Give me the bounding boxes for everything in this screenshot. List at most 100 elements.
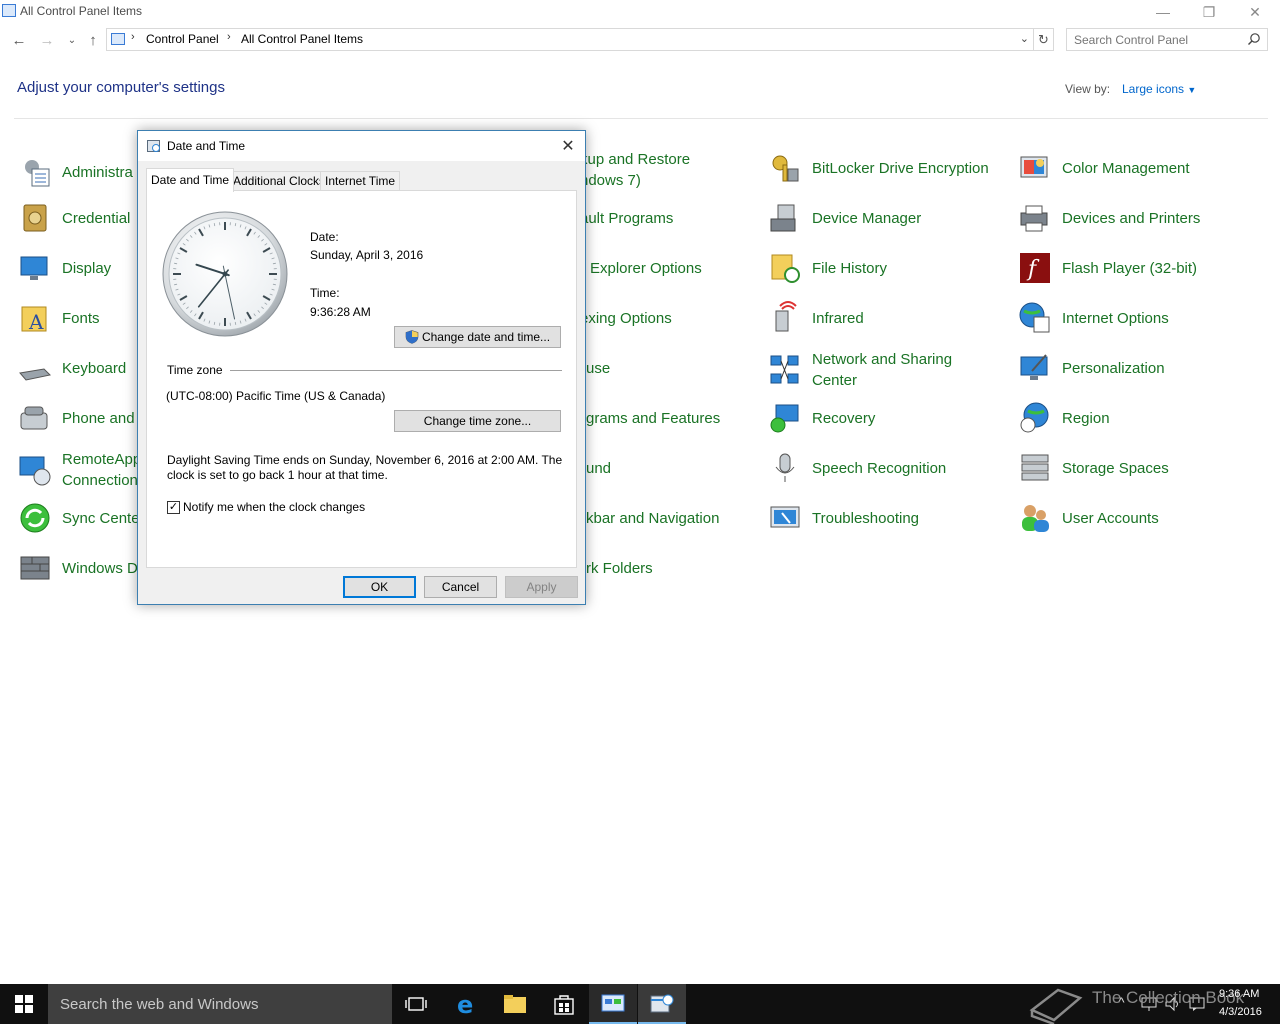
date-time-taskbar-button[interactable] [638, 984, 686, 1024]
printer-icon [1018, 201, 1052, 235]
item-device-manager[interactable]: Device Manager [768, 198, 921, 238]
ok-button[interactable]: OK [343, 576, 416, 598]
file-history-icon [768, 251, 802, 285]
item-administrative-tools[interactable]: Administra [18, 152, 133, 192]
search-icon[interactable] [1247, 32, 1261, 46]
item-user-accounts[interactable]: User Accounts [1018, 498, 1159, 538]
close-button[interactable]: ✕ [1232, 0, 1278, 24]
tab-internet-time[interactable]: Internet Time [320, 171, 401, 191]
item-backup-and-restore[interactable]: kup and Restore ndows 7) [580, 148, 690, 192]
edge-browser-button[interactable]: e [443, 984, 491, 1024]
time-value: 9:36:28 AM [310, 305, 371, 319]
dialog-close-button[interactable]: ✕ [557, 135, 579, 157]
cancel-button[interactable]: Cancel [424, 576, 497, 598]
region-icon [1018, 401, 1052, 435]
back-arrow-icon[interactable]: ← [9, 30, 29, 50]
divider [14, 118, 1268, 119]
item-region[interactable]: Region [1018, 398, 1110, 438]
store-bag-icon [554, 995, 574, 1015]
item-troubleshooting[interactable]: Troubleshooting [768, 498, 919, 538]
item-windows-defender-firewall[interactable]: Windows D [18, 548, 138, 588]
item-sync-center[interactable]: Sync Cente [18, 498, 140, 538]
item-mouse[interactable]: use [586, 348, 610, 388]
timezone-divider [230, 370, 562, 371]
item-phone-and-modem[interactable]: Phone and [18, 398, 135, 438]
apply-button[interactable]: Apply [505, 576, 578, 598]
item-work-folders[interactable]: rk Folders [586, 548, 653, 588]
view-by-dropdown[interactable]: Large icons ▼ [1122, 82, 1196, 96]
item-infrared[interactable]: Infrared [768, 298, 864, 338]
item-indexing-options[interactable]: exing Options [580, 298, 672, 338]
flash-player-icon: f [1018, 251, 1052, 285]
item-bitlocker[interactable]: BitLocker Drive Encryption [768, 148, 989, 188]
control-panel-icon [111, 33, 125, 45]
breadcrumb-all-items[interactable]: All Control Panel Items [241, 32, 363, 46]
search-input[interactable] [1067, 29, 1245, 50]
item-default-programs[interactable]: ault Programs [580, 198, 673, 238]
item-fonts[interactable]: A Fonts [18, 298, 100, 338]
caret-down-icon: ▼ [1187, 85, 1197, 95]
control-panel-icon [601, 994, 625, 1012]
search-box[interactable] [1066, 28, 1268, 51]
admin-tools-icon [18, 155, 52, 189]
item-taskbar-and-navigation[interactable]: kbar and Navigation [586, 498, 719, 538]
up-arrow-icon[interactable]: ↑ [83, 30, 103, 50]
chevron-right-icon: › [131, 31, 135, 43]
forward-arrow-icon[interactable]: → [37, 30, 57, 50]
item-internet-options[interactable]: Internet Options [1018, 298, 1169, 338]
taskbar: Search the web and Windows e ^ [0, 984, 1280, 1024]
taskbar-search-box[interactable]: Search the web and Windows [48, 984, 392, 1024]
item-sound[interactable]: und [586, 448, 611, 488]
notify-checkbox[interactable]: ✓ [167, 501, 180, 514]
item-storage-spaces[interactable]: Storage Spaces [1018, 448, 1169, 488]
tab-date-and-time[interactable]: Date and Time [146, 168, 235, 192]
item-keyboard[interactable]: Keyboard [18, 348, 126, 388]
item-speech-recognition[interactable]: Speech Recognition [768, 448, 946, 488]
uac-shield-icon [405, 330, 419, 344]
store-button[interactable] [540, 984, 588, 1024]
recent-locations-chevron-icon[interactable]: ⌄ [62, 30, 82, 50]
breadcrumb-control-panel[interactable]: Control Panel [146, 32, 219, 46]
item-credential-manager[interactable]: Credential [18, 198, 130, 238]
restore-button[interactable]: ❐ [1186, 0, 1232, 24]
troubleshooting-icon [768, 501, 802, 535]
address-bar[interactable]: › Control Panel › All Control Panel Item… [106, 28, 1034, 51]
start-button[interactable] [0, 984, 48, 1024]
item-network-and-sharing-center[interactable]: Network and Sharing Center [768, 348, 952, 392]
book-watermark-icon [1029, 988, 1083, 1024]
item-remoteapp[interactable]: RemoteApp Connection [18, 448, 141, 492]
item-flash-player[interactable]: f Flash Player (32-bit) [1018, 248, 1197, 288]
folder-icon [504, 995, 526, 1013]
keyboard-icon [18, 351, 52, 385]
item-file-explorer-options[interactable]: Explorer Options [590, 248, 702, 288]
taskbar-clock-date[interactable]: 4/3/2016 [1219, 1006, 1262, 1018]
infrared-icon [768, 301, 802, 335]
date-label: Date: [310, 230, 339, 244]
item-color-management[interactable]: Color Management [1018, 148, 1190, 188]
item-programs-and-features[interactable]: grams and Features [586, 398, 720, 438]
item-recovery[interactable]: Recovery [768, 398, 875, 438]
item-devices-and-printers[interactable]: Devices and Printers [1018, 198, 1200, 238]
monitor-icon [18, 251, 52, 285]
change-time-zone-button[interactable]: Change time zone... [394, 410, 561, 432]
recovery-icon [768, 401, 802, 435]
firewall-icon [18, 551, 52, 585]
control-panel-taskbar-button[interactable] [589, 984, 637, 1024]
network-icon [768, 353, 802, 387]
clock-center-pin [222, 271, 228, 277]
change-date-and-time-button[interactable]: Change date and time... [394, 326, 561, 348]
svg-text:e: e [457, 992, 473, 1016]
tab-additional-clocks[interactable]: Additional Clocks [228, 171, 331, 191]
dialog-title-bar: Date and Time ✕ [138, 131, 585, 161]
minimize-button[interactable]: — [1140, 0, 1186, 24]
item-personalization[interactable]: Personalization [1018, 348, 1165, 388]
taskbar-clock-time[interactable]: 9:36 AM [1219, 988, 1259, 1000]
task-view-button[interactable] [392, 984, 440, 1024]
chevron-down-icon[interactable]: ⌄ [1020, 32, 1029, 45]
item-display[interactable]: Display [18, 248, 111, 288]
file-explorer-button[interactable] [491, 984, 539, 1024]
notify-label: Notify me when the clock changes [183, 500, 366, 514]
item-file-history[interactable]: File History [768, 248, 887, 288]
dst-notice-line-2: clock is set to go back 1 hour at that t… [167, 468, 388, 482]
refresh-button[interactable]: ↻ [1034, 28, 1054, 51]
